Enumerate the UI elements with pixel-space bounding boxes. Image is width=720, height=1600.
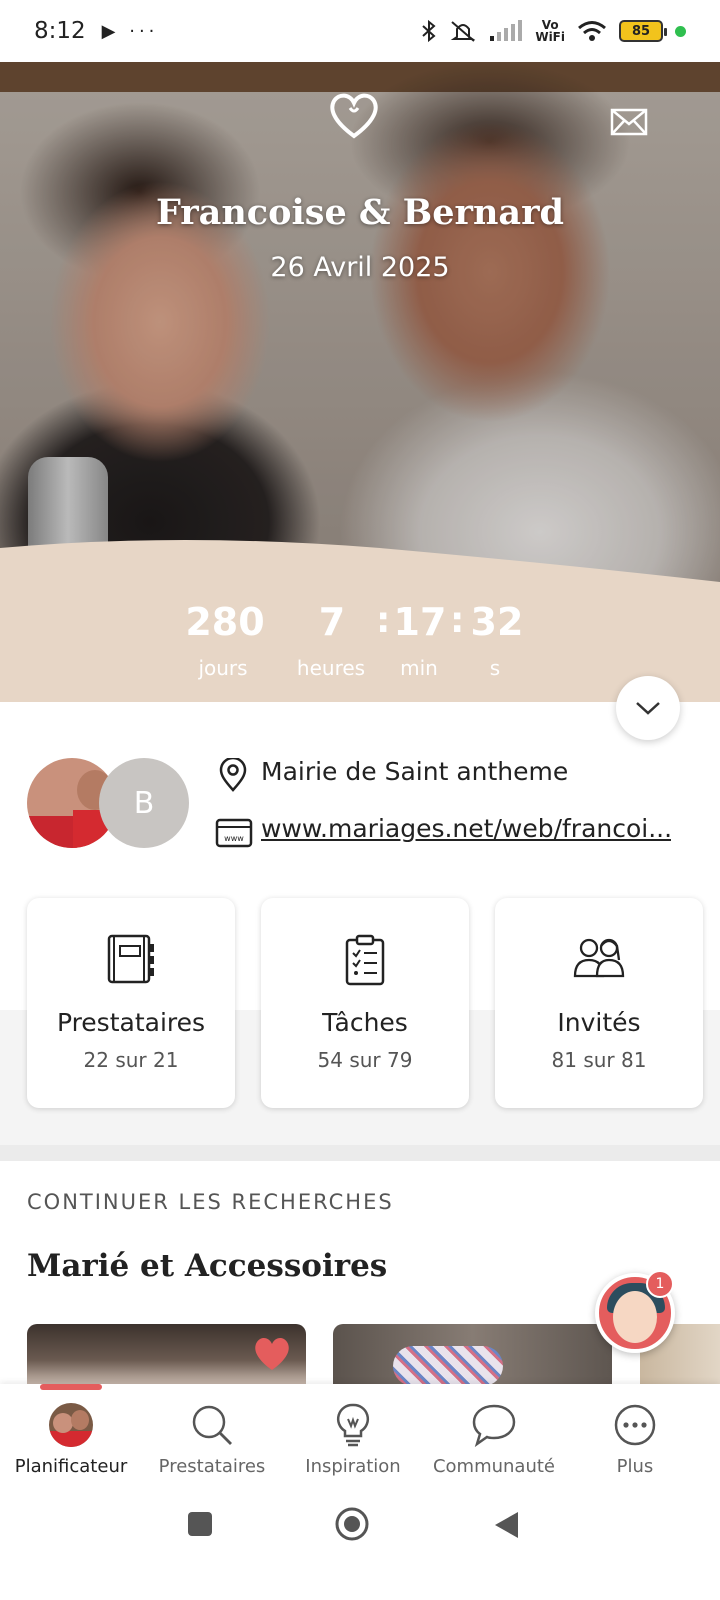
- assistant-avatar-face: [613, 1291, 657, 1343]
- avatar-part: [49, 1431, 93, 1447]
- location-pin-icon: [219, 758, 247, 792]
- muted-icon: [451, 21, 476, 42]
- nav-planner-icon-wrap: [1, 1400, 141, 1450]
- nav-more-label: Plus: [616, 1456, 654, 1477]
- active-tab-indicator: [40, 1384, 102, 1390]
- vendors-card-count: 22 sur 21: [83, 1048, 179, 1072]
- nav-more-icon-wrap: [565, 1400, 705, 1450]
- guests-icon-wrap: [495, 934, 703, 980]
- home-button[interactable]: [334, 1506, 370, 1542]
- privacy-dot: [675, 25, 686, 37]
- guests-icon: [573, 938, 625, 978]
- system-navigation-bar: [0, 1484, 720, 1600]
- partner-avatar[interactable]: B: [99, 758, 189, 848]
- nav-inspiration-label: Inspiration: [305, 1456, 401, 1477]
- product-card-thumbnail[interactable]: [27, 1324, 306, 1384]
- countdown-days: 280: [185, 600, 265, 644]
- chevron-down-icon: [636, 702, 660, 715]
- couple-names: Francoise & Bernard: [155, 192, 565, 233]
- wedding-date: 26 Avril 2025: [270, 252, 450, 283]
- vendors-card-title: Prestataires: [56, 1008, 206, 1037]
- hero-shade: [0, 62, 720, 582]
- expand-button[interactable]: [616, 676, 680, 740]
- guests-card-count: 81 sur 81: [551, 1048, 647, 1072]
- lightbulb-icon: [336, 1403, 370, 1447]
- notebook-icon-wrap: [27, 934, 235, 984]
- checklist-icon: [345, 934, 385, 986]
- vendors-card[interactable]: Prestataires 22 sur 21: [27, 898, 235, 1108]
- avatar-face: [33, 776, 73, 816]
- status-time: 8:12: [34, 18, 86, 44]
- nav-community-label: Communauté: [432, 1456, 556, 1477]
- nav-vendors[interactable]: Prestataires: [142, 1400, 282, 1477]
- tasks-card-title: Tâches: [322, 1008, 408, 1037]
- nav-inspiration[interactable]: Inspiration: [283, 1400, 423, 1477]
- favorite-heart-icon[interactable]: [252, 1336, 292, 1372]
- guests-card[interactable]: Invités 81 sur 81: [495, 898, 703, 1108]
- notebook-icon: [107, 934, 154, 984]
- planner-avatar-icon: [49, 1403, 93, 1447]
- status-right-icons: Vo WiFi 85: [421, 19, 686, 43]
- recent-apps-button[interactable]: [186, 1510, 214, 1538]
- chat-bubble-icon: [472, 1404, 516, 1447]
- website-icon: www: [215, 818, 253, 848]
- countdown: 280 jours 7 heures : 17 min : 32 s: [0, 538, 720, 702]
- checklist-icon-wrap: [261, 934, 469, 986]
- nav-inspiration-icon-wrap: [283, 1400, 423, 1450]
- battery-icon: 85: [619, 20, 667, 42]
- search-icon: [192, 1405, 232, 1445]
- heart-icon[interactable]: [328, 92, 380, 140]
- tasks-card[interactable]: Tâches 54 sur 79: [261, 898, 469, 1108]
- vowifi-indicator: Vo WiFi: [535, 19, 565, 43]
- countdown-days-label: jours: [198, 656, 248, 680]
- svg-text:www: www: [224, 834, 244, 843]
- guests-card-title: Invités: [557, 1008, 641, 1037]
- tasks-card-count: 54 sur 79: [317, 1048, 413, 1072]
- nav-more[interactable]: Plus: [565, 1400, 705, 1477]
- mail-icon[interactable]: [610, 108, 648, 136]
- status-notification-icons: ▶ ···: [101, 20, 159, 42]
- vowifi-bottom: WiFi: [535, 30, 565, 44]
- nav-planner-label: Planificateur: [14, 1456, 128, 1477]
- wifi-icon: [578, 21, 606, 41]
- more-dots-icon: [614, 1404, 656, 1446]
- hero-photo: Francoise & Bernard 26 Avril 2025: [0, 62, 720, 582]
- signal-icon: [490, 20, 523, 41]
- bottom-navigation: Planificateur Prestataires Inspiration C…: [0, 1384, 720, 1484]
- nav-community-icon-wrap: [424, 1400, 564, 1450]
- nav-vendors-label: Prestataires: [158, 1456, 266, 1477]
- assistant-notification-badge: 1: [646, 1270, 674, 1298]
- ceremony-location: Mairie de Saint antheme: [261, 757, 569, 786]
- countdown-seconds: 32: [470, 600, 524, 644]
- nav-community[interactable]: Communauté: [424, 1400, 564, 1477]
- continue-section-title: Marié et Accessoires: [27, 1248, 388, 1284]
- nav-planner[interactable]: Planificateur: [1, 1400, 141, 1477]
- section-divider: [0, 1145, 720, 1161]
- bluetooth-icon: [422, 19, 436, 43]
- nav-vendors-icon-wrap: [142, 1400, 282, 1450]
- bow-tie-image: [393, 1346, 503, 1384]
- status-bar: 8:12 ▶ ··· Vo WiFi 85: [0, 0, 720, 62]
- avatar-part: [53, 1413, 73, 1433]
- product-card-thumbnail[interactable]: [333, 1324, 612, 1384]
- continue-section-label: CONTINUER LES RECHERCHES: [27, 1190, 394, 1214]
- back-button[interactable]: [492, 1510, 520, 1540]
- avatar-person: [27, 816, 77, 848]
- countdown-seconds-label: s: [489, 656, 501, 680]
- avatar-part: [71, 1410, 89, 1430]
- wedding-website-link[interactable]: www.mariages.net/web/francoi...: [261, 814, 671, 843]
